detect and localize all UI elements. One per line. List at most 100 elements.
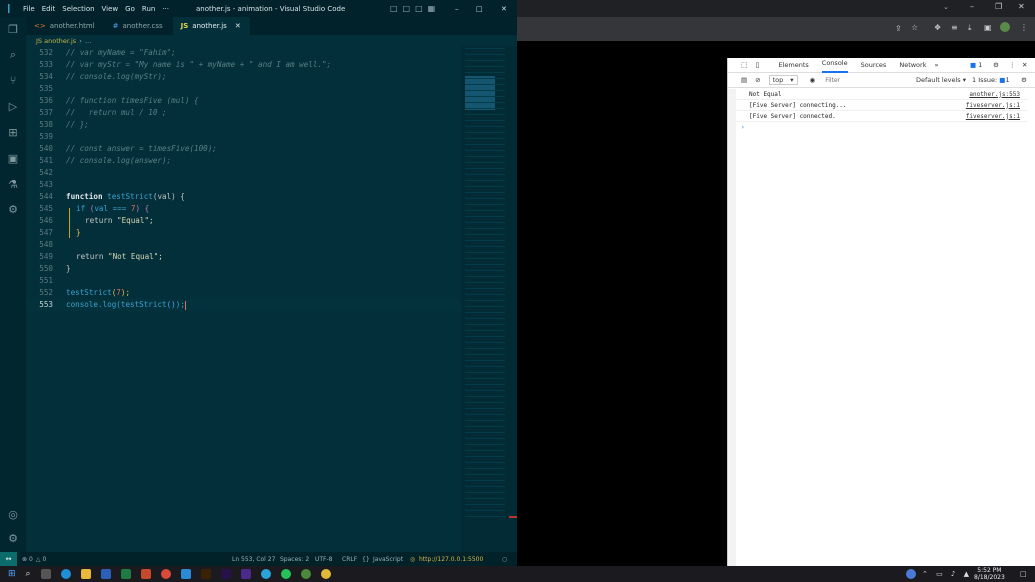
tab-another-html[interactable]: <> another.html: [26, 17, 105, 35]
chrome-active-icon[interactable]: [320, 569, 331, 579]
minimap[interactable]: [461, 46, 517, 552]
chevron-down-icon[interactable]: ⌄: [943, 3, 949, 11]
live-server-url[interactable]: http://127.0.0.1:5500: [419, 556, 483, 563]
context-select[interactable]: top ▾: [768, 75, 798, 85]
layout-icons[interactable]: □□□▦: [390, 4, 440, 13]
manage-gear-icon[interactable]: ⚙: [6, 531, 20, 545]
indent-setting[interactable]: Spaces: 2: [280, 556, 309, 563]
menu-go[interactable]: Go: [125, 5, 135, 13]
windows-start-icon[interactable]: ⊞: [8, 569, 16, 579]
minimize-button[interactable]: –: [970, 2, 974, 11]
telegram-icon[interactable]: [260, 569, 271, 579]
illustrator-icon[interactable]: [200, 569, 211, 579]
explorer-icon[interactable]: ❐: [6, 22, 20, 36]
edge-icon[interactable]: [60, 569, 71, 579]
run-debug-icon[interactable]: ▷: [6, 99, 20, 113]
console-source-link[interactable]: fiveserver.js:1: [966, 113, 1020, 120]
notification-icon[interactable]: ○: [502, 556, 507, 563]
maximize-button[interactable]: □: [476, 5, 483, 13]
tab-sources[interactable]: Sources: [861, 61, 887, 69]
tab-network[interactable]: Network: [899, 61, 926, 69]
app-icon[interactable]: [300, 569, 311, 579]
remote-icon[interactable]: ↔: [0, 552, 17, 566]
console-filter-input[interactable]: [825, 74, 914, 86]
issues-link[interactable]: 1 Issue: ■1: [972, 76, 1010, 84]
tab-another-css[interactable]: # another.css: [105, 17, 173, 35]
search-icon[interactable]: ⌕: [6, 48, 20, 62]
weather-icon[interactable]: [906, 569, 916, 579]
console-source-link[interactable]: another.js:553: [969, 91, 1020, 98]
testing-icon[interactable]: ⚗: [6, 177, 20, 191]
breadcrumb-symbol[interactable]: …: [85, 37, 92, 45]
encoding[interactable]: UTF-8: [315, 556, 333, 563]
device-toggle-icon[interactable]: ▯: [756, 61, 760, 69]
after-effects-icon[interactable]: [240, 569, 251, 579]
clock[interactable]: 5:52 PM 8/18/2023: [974, 566, 1005, 582]
bookmark-star-icon[interactable]: ☆: [911, 23, 918, 32]
search-icon[interactable]: ⌕: [26, 569, 31, 579]
console-message: [Five Server] connected. fiveserver.js:1: [728, 111, 1028, 122]
menu-selection[interactable]: Selection: [62, 5, 94, 13]
tab-another-js[interactable]: JS another.js ✕: [172, 17, 251, 35]
menu-more[interactable]: ···: [162, 5, 169, 13]
settings-gear-icon[interactable]: ⚙: [993, 61, 999, 69]
powerpoint-icon[interactable]: [140, 569, 151, 579]
source-control-icon[interactable]: ⑂: [6, 73, 20, 87]
account-icon[interactable]: ◎: [6, 507, 20, 521]
extensions-puzzle-icon[interactable]: ❖: [934, 23, 941, 32]
console-prompt[interactable]: ›: [728, 122, 1028, 133]
excel-icon[interactable]: [120, 569, 131, 579]
close-tab-icon[interactable]: ✕: [235, 22, 241, 30]
inspect-icon[interactable]: ⬚: [741, 61, 748, 69]
menu-edit[interactable]: Edit: [42, 5, 56, 13]
cursor-position[interactable]: Ln 553, Col 27: [232, 556, 275, 563]
avatar[interactable]: [1000, 22, 1010, 32]
extensions-icon[interactable]: ⊞: [6, 125, 20, 139]
tab-console[interactable]: Console: [821, 58, 848, 73]
live-expression-eye-icon[interactable]: ◉: [810, 76, 816, 84]
clear-console-icon[interactable]: ⊘: [755, 76, 760, 84]
menu-run[interactable]: Run: [142, 5, 155, 13]
close-devtools-icon[interactable]: ✕: [1022, 61, 1027, 69]
sidebar-toggle-icon[interactable]: ▤: [741, 76, 747, 84]
restore-button[interactable]: ❐: [995, 2, 1002, 11]
error-icon[interactable]: ⊗: [22, 556, 27, 563]
issues-badge[interactable]: ■ 1: [970, 61, 982, 69]
premiere-icon[interactable]: [220, 569, 231, 579]
reading-list-icon[interactable]: ≡: [951, 23, 958, 32]
page-viewport[interactable]: [517, 41, 727, 566]
taskview-icon[interactable]: [40, 569, 51, 579]
breadcrumb-file[interactable]: JS another.js: [36, 37, 76, 45]
console-scrollbar[interactable]: [728, 89, 736, 566]
minimize-button[interactable]: –: [455, 5, 459, 13]
close-window-button[interactable]: ✕: [501, 5, 507, 13]
extension-gear-icon[interactable]: ⚙: [6, 202, 20, 216]
file-explorer-icon[interactable]: [80, 569, 91, 579]
system-tray-icons[interactable]: ⌃ ▭ ♪ ▲: [922, 570, 972, 578]
word-icon[interactable]: [100, 569, 111, 579]
warning-icon[interactable]: △: [36, 556, 41, 563]
share-icon[interactable]: ⇪: [895, 24, 902, 33]
menu-view[interactable]: View: [102, 5, 119, 13]
log-levels-select[interactable]: Default levels ▾: [916, 76, 966, 84]
remote-explorer-icon[interactable]: ▣: [6, 151, 20, 165]
code-text: testStrict(7);: [66, 288, 130, 297]
console-source-link[interactable]: fiveserver.js:1: [966, 102, 1020, 109]
tab-elements[interactable]: Elements: [778, 61, 808, 69]
console-settings-icon[interactable]: ⚙: [1021, 76, 1027, 84]
eol[interactable]: CRLF: [342, 556, 357, 563]
more-tabs-icon[interactable]: »: [934, 61, 938, 69]
download-icon[interactable]: ⤓: [968, 23, 972, 33]
whatsapp-icon[interactable]: [280, 569, 291, 579]
more-options-icon[interactable]: ⋮: [1009, 61, 1016, 69]
code-editor[interactable]: 532 // var myName = "Fahim"; 533 // var my…: [26, 46, 461, 552]
menu-file[interactable]: File: [23, 5, 35, 13]
language-mode[interactable]: JavaScript: [373, 556, 403, 563]
notification-bell-icon[interactable]: □: [1020, 570, 1027, 578]
close-window-button[interactable]: ✕: [1018, 2, 1025, 11]
more-menu-icon[interactable]: ⋮: [1020, 23, 1028, 32]
vscode-taskbar-icon[interactable]: [180, 569, 191, 579]
chrome-icon[interactable]: [160, 569, 171, 579]
sidepanel-icon[interactable]: ▣: [984, 23, 992, 32]
code-line: 548: [26, 239, 461, 251]
